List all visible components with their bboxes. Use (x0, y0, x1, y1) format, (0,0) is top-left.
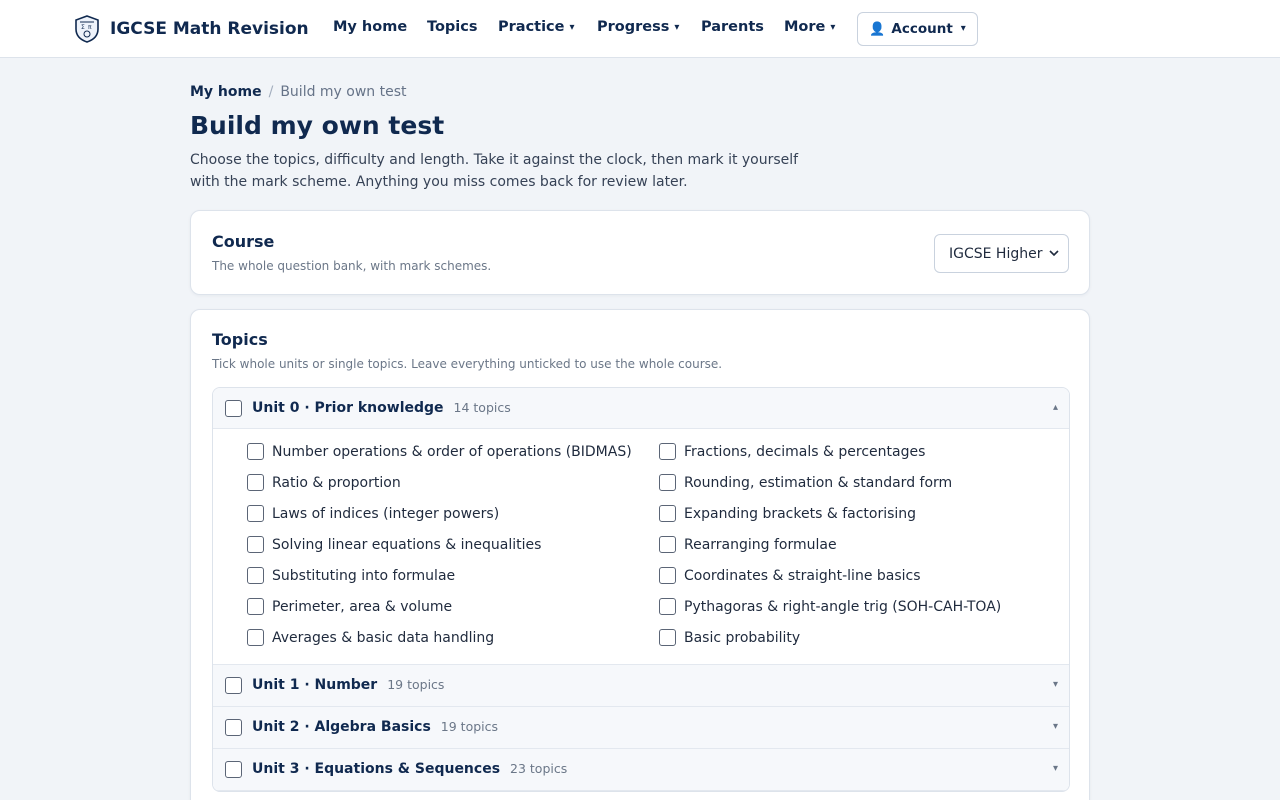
crest-logo-icon: Σ π (75, 15, 99, 43)
unit-topic-count: 19 topics (387, 677, 445, 692)
breadcrumb: My home / Build my own test (190, 84, 407, 100)
topic-checkbox[interactable] (659, 536, 676, 553)
chevron-down-icon: ▾ (830, 22, 836, 33)
topic-checkbox[interactable] (247, 443, 264, 460)
nav-parents[interactable]: Parents (701, 19, 764, 35)
account-label: Account (891, 21, 953, 37)
nav-practice[interactable]: Practice ▾ (498, 19, 575, 35)
topic-checkbox[interactable] (247, 505, 264, 522)
nav-more[interactable]: More ▾ (784, 19, 835, 35)
brand-name: IGCSE Math Revision (110, 19, 309, 39)
nav-topics[interactable]: Topics (427, 19, 478, 35)
topic-checkbox[interactable] (659, 567, 676, 584)
brand-home-link[interactable]: Σ π IGCSE Math Revision (74, 14, 309, 44)
topic-checkbox[interactable] (247, 536, 264, 553)
nav-progress[interactable]: Progress ▾ (597, 19, 679, 35)
top-nav-bar: Σ π IGCSE Math Revision My home Topics P… (0, 0, 1280, 58)
unit-header-2[interactable]: Unit 2 · Algebra Basics 19 topics ▾ (213, 707, 1069, 749)
chevron-down-icon: ▾ (569, 22, 575, 33)
unit-checkbox[interactable] (225, 761, 242, 778)
unit-topic-count: 19 topics (440, 719, 499, 734)
unit-title: Unit 3 · Equations & Sequences 23 topics (252, 761, 568, 777)
topic-checkbox[interactable] (659, 598, 676, 615)
unit-title: Unit 2 · Algebra Basics 19 topics (252, 719, 499, 735)
unit-checkbox[interactable] (225, 719, 242, 736)
chevron-down-icon (1049, 250, 1059, 257)
nav-my-home[interactable]: My home (333, 19, 407, 35)
unit-topic-count: 23 topics (510, 761, 568, 776)
breadcrumb-home-link[interactable]: My home (190, 84, 262, 100)
page-description: Choose the topics, difficulty and length… (190, 152, 799, 190)
unit-header-3[interactable]: Unit 3 · Equations & Sequences 23 topics … (213, 749, 1069, 791)
person-icon: 👤 (869, 21, 886, 37)
chevron-down-icon[interactable]: ▾ (1053, 763, 1058, 774)
topic-checkbox[interactable] (247, 629, 264, 646)
account-menu-button[interactable]: 👤 Account ▾ (857, 12, 978, 46)
unit-checkbox[interactable] (225, 677, 242, 694)
breadcrumb-separator: / (268, 84, 274, 100)
unit-topic-count: 14 topics (453, 400, 511, 415)
course-card-subtitle: The whole question bank, with mark schem… (212, 259, 492, 273)
chevron-down-icon[interactable]: ▾ (1053, 679, 1058, 690)
unit-list: Unit 0 · Prior knowledge 14 topics ▴ Numb… (212, 387, 1070, 792)
unit-title: Unit 1 · Number 19 topics (252, 677, 445, 693)
unit-header-0[interactable]: Unit 0 · Prior knowledge 14 topics ▴ (213, 388, 1069, 429)
page-title: Build my own test (190, 111, 445, 140)
svg-text:π: π (88, 24, 92, 31)
unit-checkbox[interactable] (225, 400, 242, 417)
topics-card-subtitle: Tick whole units or single topics. Leave… (212, 357, 723, 371)
course-card-title: Course (212, 232, 275, 251)
course-select-value: IGCSE Higher (949, 245, 1043, 262)
topic-checkbox[interactable] (659, 629, 676, 646)
svg-text:Σ: Σ (81, 24, 85, 31)
chevron-down-icon: ▾ (960, 22, 966, 34)
topic-checkbox[interactable] (659, 505, 676, 522)
topic-checkbox[interactable] (247, 474, 264, 491)
topic-checkbox[interactable] (659, 443, 676, 460)
topic-checkbox[interactable] (247, 567, 264, 584)
breadcrumb-current: Build my own test (280, 84, 407, 100)
unit-header-1[interactable]: Unit 1 · Number 19 topics ▾ (213, 665, 1069, 707)
course-card: Course The whole question bank, with mar… (190, 210, 1090, 295)
unit-title: Unit 0 · Prior knowledge 14 topics (252, 400, 511, 416)
topic-checkbox[interactable] (247, 598, 264, 615)
topics-card: Topics Tick whole units or single topics… (190, 309, 1090, 800)
topics-card-title: Topics (212, 330, 268, 349)
chevron-down-icon: ▾ (674, 22, 680, 33)
unit-topics-grid-0: Number operations & order of operations … (213, 429, 1069, 665)
topic-checkbox[interactable] (659, 474, 676, 491)
chevron-up-icon[interactable]: ▴ (1053, 402, 1058, 413)
chevron-down-icon[interactable]: ▾ (1053, 721, 1058, 732)
course-select[interactable]: IGCSE Higher (934, 234, 1069, 273)
